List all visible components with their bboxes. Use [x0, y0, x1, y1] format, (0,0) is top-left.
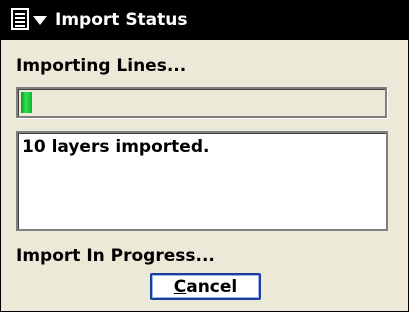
- progress-fill: [21, 92, 32, 113]
- document-menu-icon: [9, 6, 31, 36]
- window-menu-button[interactable]: [9, 8, 52, 34]
- import-log-box[interactable]: 10 layers imported.: [16, 131, 388, 231]
- cancel-button-label: Cancel: [174, 277, 238, 297]
- cancel-accelerator: C: [173, 276, 187, 297]
- import-status-dialog: Import Status Importing Lines... 10 laye…: [0, 0, 409, 312]
- import-log-text: 10 layers imported.: [22, 137, 210, 157]
- cancel-label-rest: ancel: [186, 276, 238, 297]
- import-progress-status: Import In Progress...: [16, 246, 215, 266]
- cancel-button[interactable]: Cancel: [150, 273, 261, 300]
- import-progress-bar: [16, 87, 387, 118]
- title-bar: Import Status: [1, 1, 408, 40]
- window-title: Import Status: [55, 10, 188, 30]
- chevron-down-icon: [31, 6, 49, 36]
- import-heading: Importing Lines...: [16, 56, 187, 76]
